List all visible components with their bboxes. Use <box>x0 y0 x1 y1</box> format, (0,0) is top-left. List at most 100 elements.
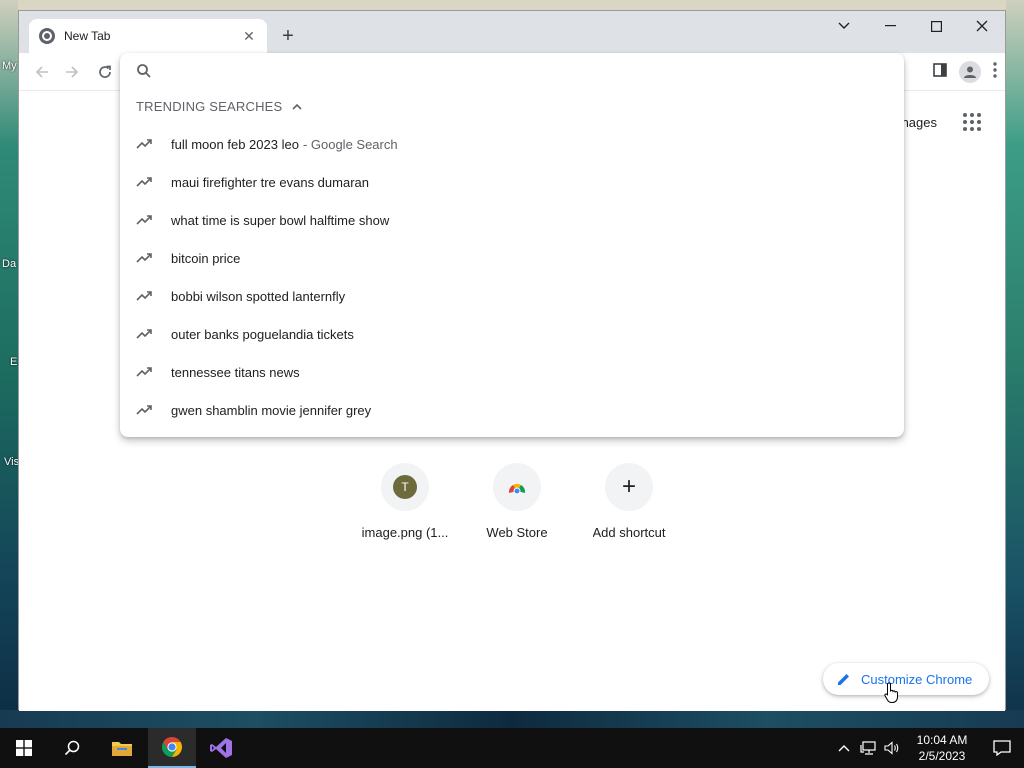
arrow-left-icon <box>35 66 48 78</box>
trending-up-icon <box>136 367 152 377</box>
trending-up-icon <box>136 253 152 263</box>
shortcut-label: Web Store <box>486 525 548 540</box>
taskbar-chrome[interactable] <box>148 728 196 768</box>
system-tray: 10:04 AM 2/5/2023 <box>832 728 1024 768</box>
network-icon[interactable] <box>856 728 880 768</box>
trending-up-icon <box>136 215 152 225</box>
notification-icon <box>993 740 1011 756</box>
suggestion-item[interactable]: full moon feb 2023 leo - Google Search <box>120 125 904 163</box>
suggestion-text: bobbi wilson spotted lanternfly <box>171 288 346 304</box>
shortcut-image-png[interactable]: T image.png (1... <box>349 463 461 540</box>
shortcut-tile: + <box>605 463 653 511</box>
profile-button[interactable] <box>959 61 981 83</box>
tab-close-icon[interactable]: ✕ <box>241 28 257 45</box>
reload-button[interactable] <box>94 61 116 83</box>
customize-chrome-button[interactable]: Customize Chrome <box>823 663 989 695</box>
suggestion-text: full moon feb 2023 leo <box>171 136 299 152</box>
desktop-wallpaper-right <box>1006 0 1024 728</box>
shortcut-web-store[interactable]: Web Store <box>461 463 573 540</box>
windows-logo-icon <box>16 740 32 756</box>
tab-title: New Tab <box>64 29 111 43</box>
suggestion-text: bitcoin price <box>171 250 241 266</box>
volume-icon[interactable] <box>880 728 904 768</box>
tab-search-button[interactable] <box>821 11 867 41</box>
trending-up-icon <box>136 291 152 301</box>
forward-button[interactable] <box>61 61 83 83</box>
suggestion-item[interactable]: gwen shamblin movie jennifer grey <box>120 391 904 429</box>
toolbar-right <box>933 61 997 83</box>
minimize-button[interactable] <box>867 11 913 41</box>
close-window-button[interactable] <box>959 11 1005 41</box>
taskbar-visual-studio[interactable] <box>197 728 245 768</box>
suggestion-suffix: - Google Search <box>302 136 398 152</box>
tray-chevron-up-icon[interactable] <box>832 728 856 768</box>
omnibox-dropdown: TRENDING SEARCHES full moon feb 2023 leo… <box>120 53 904 437</box>
chrome-icon <box>162 737 182 757</box>
menu-button[interactable] <box>993 61 997 83</box>
suggestion-item[interactable]: outer banks poguelandia tickets <box>120 315 904 353</box>
taskbar: 10:04 AM 2/5/2023 <box>0 728 1024 768</box>
trending-up-icon <box>136 405 152 415</box>
suggestion-text: gwen shamblin movie jennifer grey <box>171 402 372 418</box>
chrome-favicon-icon <box>39 28 55 44</box>
suggestion-item[interactable]: what time is super bowl halftime show <box>120 201 904 239</box>
suggestion-text: tennessee titans news <box>171 364 300 380</box>
folder-icon <box>112 742 132 756</box>
suggestion-text: outer banks poguelandia tickets <box>171 326 354 342</box>
pencil-icon <box>838 674 849 685</box>
side-panel-button[interactable] <box>933 62 947 82</box>
suggestion-text: what time is super bowl halftime show <box>171 212 390 228</box>
shortcut-avatar: T <box>393 475 417 499</box>
tab-new-tab[interactable]: New Tab ✕ <box>29 19 267 53</box>
add-shortcut-button[interactable]: + Add shortcut <box>573 463 685 540</box>
chevron-up-icon <box>292 103 302 110</box>
search-icon <box>137 64 151 78</box>
web-store-icon <box>508 483 526 495</box>
shortcuts: T image.png (1... Web Store + Add shortc… <box>349 463 685 540</box>
maximize-button[interactable] <box>913 11 959 41</box>
clock-time: 10:04 AM <box>916 733 968 747</box>
reload-icon <box>99 65 111 78</box>
more-vert-icon <box>993 61 997 78</box>
new-tab-button[interactable]: + <box>277 25 299 47</box>
shortcut-tile: T <box>381 463 429 511</box>
desktop-icon-label[interactable]: E <box>10 356 17 368</box>
trending-up-icon <box>136 177 152 187</box>
suggestion-item[interactable]: bitcoin price <box>120 239 904 277</box>
suggestion-item[interactable]: bobbi wilson spotted lanternfly <box>120 277 904 315</box>
suggestion-text: maui firefighter tre evans dumaran <box>171 174 369 190</box>
plus-icon: + <box>621 473 636 500</box>
trending-up-icon <box>136 139 152 149</box>
suggestion-item[interactable]: tennessee titans news <box>120 353 904 391</box>
shortcut-label: image.png (1... <box>361 525 449 540</box>
suggestion-item[interactable]: maui firefighter tre evans dumaran <box>120 163 904 201</box>
google-apps-icon[interactable] <box>963 113 981 131</box>
side-panel-icon <box>933 62 947 77</box>
desktop-icon-label[interactable]: Vis <box>4 456 19 468</box>
window-controls <box>821 11 1005 41</box>
desktop-icon-label[interactable]: Da <box>2 258 16 270</box>
desktop-icon-label[interactable]: My <box>2 60 17 72</box>
action-center-button[interactable] <box>980 728 1024 768</box>
maximize-icon <box>930 20 942 32</box>
back-button[interactable] <box>31 61 53 83</box>
title-bar: New Tab ✕ + <box>19 11 1005 53</box>
clock-date: 2/5/2023 <box>918 749 966 763</box>
minimize-icon <box>884 25 896 27</box>
trending-searches-header[interactable]: TRENDING SEARCHES <box>136 99 302 114</box>
taskbar-file-explorer[interactable] <box>98 728 146 768</box>
visual-studio-icon <box>210 738 232 758</box>
desktop-wallpaper-bottom <box>0 710 1024 728</box>
images-link[interactable]: nages <box>902 115 937 130</box>
start-button[interactable] <box>0 728 48 768</box>
suggestion-list: full moon feb 2023 leo - Google Search m… <box>120 125 904 429</box>
shortcut-label: Add shortcut <box>592 525 666 540</box>
close-icon <box>976 20 988 32</box>
trending-up-icon <box>136 329 152 339</box>
shortcut-tile <box>493 463 541 511</box>
taskbar-search-button[interactable] <box>48 728 96 768</box>
hand-cursor-icon <box>884 682 898 703</box>
trending-searches-title: TRENDING SEARCHES <box>136 99 283 114</box>
omnibox-input[interactable] <box>160 59 860 83</box>
taskbar-clock[interactable]: 10:04 AM 2/5/2023 <box>904 732 980 764</box>
